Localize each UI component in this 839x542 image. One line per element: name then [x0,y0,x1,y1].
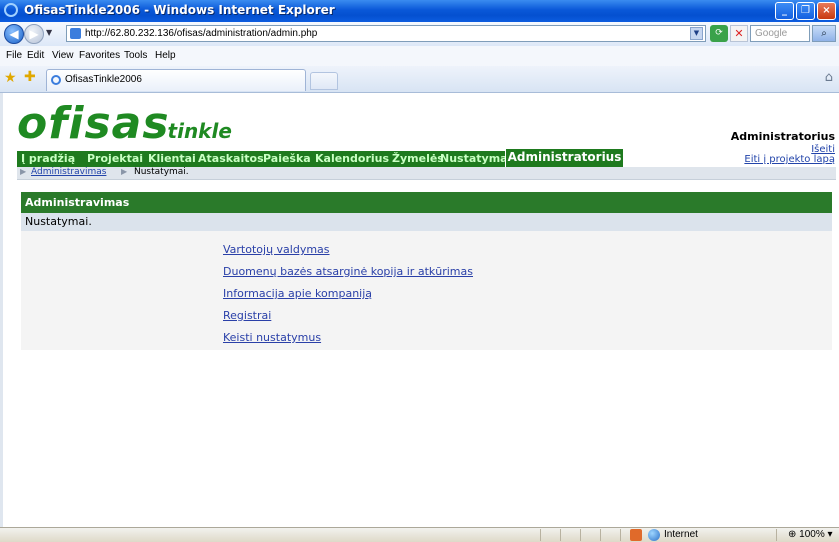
page-content: ofisastinkle Administratorius Išeiti Eit… [0,93,839,527]
maximize-button[interactable]: ❐ [796,2,815,20]
tab-bar: ★ ✚ OfisasTinkle2006 ⌂ [0,66,839,93]
internet-zone-icon [648,529,660,541]
nav-item-clients[interactable]: Klientai [148,152,196,165]
forward-button[interactable]: ▶ [24,24,44,44]
menu-help[interactable]: Help [155,50,176,61]
protected-mode-icon[interactable] [630,529,642,541]
zoom-icon: ⊕ [788,529,800,540]
panel-subtitle: Nustatymai. [21,213,832,231]
nav-item-projects[interactable]: Projektai [87,152,143,165]
nav-item-search[interactable]: Paieška [263,152,311,165]
panel-title: Administravimas [21,192,832,213]
minimize-button[interactable]: _ [775,2,794,20]
status-separator [560,529,561,541]
nav-item-administrator[interactable]: Administratorius [505,148,624,167]
main-nav: Į pradžią Projektai Klientai Ataskaitos … [17,148,624,167]
forward-icon: ▶ [29,27,39,41]
admin-panel: Administravimas Nustatymai. Vartotojų va… [21,192,832,350]
search-input[interactable]: Google [750,25,810,42]
refresh-icon: ⟳ [715,28,723,38]
zoom-level: 100% [799,529,825,540]
breadcrumb-arrow-icon: ▶ [121,167,128,176]
home-icon[interactable]: ⌂ [825,71,833,85]
breadcrumb-current: Nustatymai. [134,167,189,177]
status-separator [620,529,621,541]
menu-bar: File Edit View Favorites Tools Help [0,46,839,67]
tab-label: OfisasTinkle2006 [65,74,142,85]
status-separator [540,529,541,541]
company-info-link[interactable]: Informacija apie kompaniją [223,287,372,300]
zoom-control[interactable]: ⊕ 100% ▾ [788,529,833,540]
site-logo[interactable]: ofisastinkle [17,97,232,151]
menu-edit[interactable]: Edit [27,50,44,61]
address-field[interactable]: http://62.80.232.136/ofisas/administrati… [66,25,706,42]
new-tab-button[interactable] [310,72,338,90]
current-user-name: Administratorius [730,130,835,143]
breadcrumb: ▶ Administravimas ▶ Nustatymai. [17,167,836,180]
menu-view[interactable]: View [52,50,74,61]
user-management-link[interactable]: Vartotojų valdymas [223,243,330,256]
security-zone-label[interactable]: Internet [664,529,698,540]
menu-file[interactable]: File [6,50,22,61]
back-button[interactable]: ◀ [4,24,24,44]
menu-favorites[interactable]: Favorites [79,50,120,61]
page-icon [70,28,81,39]
ie-page-icon [51,75,61,85]
nav-item-tags[interactable]: Žymelės [392,152,444,165]
back-icon: ◀ [9,27,19,41]
project-page-link[interactable]: Eiti į projekto lapą [744,154,835,165]
add-favorites-icon[interactable]: ✚ [24,70,36,84]
breadcrumb-arrow-icon: ▶ [20,167,27,176]
change-settings-link[interactable]: Keisti nustatymus [223,331,321,344]
logo-main: ofisas [17,98,170,149]
status-separator [776,529,777,541]
recent-pages-dropdown[interactable]: ▼ [46,28,52,37]
window-title: OfisasTinkle2006 - Windows Internet Expl… [24,3,335,17]
logo-suffix: tinkle [167,119,232,143]
registers-link[interactable]: Registrai [223,309,271,322]
status-bar: Internet ⊕ 100% ▾ [0,527,839,542]
stop-button[interactable]: ✕ [730,25,748,42]
search-button[interactable]: ⌕ [812,25,836,42]
menu-tools[interactable]: Tools [124,50,147,61]
favorites-star-icon[interactable]: ★ [4,71,18,85]
nav-item-calendar[interactable]: Kalendorius [315,152,389,165]
status-separator [600,529,601,541]
close-button[interactable]: × [817,2,836,20]
stop-icon: ✕ [734,27,744,40]
address-toolbar: ◀ ▶ ▼ http://62.80.232.136/ofisas/admini… [0,22,839,47]
search-icon: ⌕ [821,28,827,39]
database-backup-link[interactable]: Duomenų bazės atsarginė kopija ir atkūri… [223,265,473,278]
nav-item-home[interactable]: Į pradžią [21,152,75,165]
ie-logo-icon [4,3,18,17]
nav-item-settings[interactable]: Nustatymai [440,152,511,165]
status-separator [580,529,581,541]
address-url: http://62.80.232.136/ofisas/administrati… [85,28,318,39]
address-dropdown-button[interactable]: ▼ [690,27,703,40]
nav-item-reports[interactable]: Ataskaitos [198,152,264,165]
breadcrumb-administration-link[interactable]: Administravimas [31,167,106,177]
tab-ofisastinkle[interactable]: OfisasTinkle2006 [46,69,306,91]
refresh-button[interactable]: ⟳ [710,25,728,42]
window-titlebar: OfisasTinkle2006 - Windows Internet Expl… [0,0,839,22]
